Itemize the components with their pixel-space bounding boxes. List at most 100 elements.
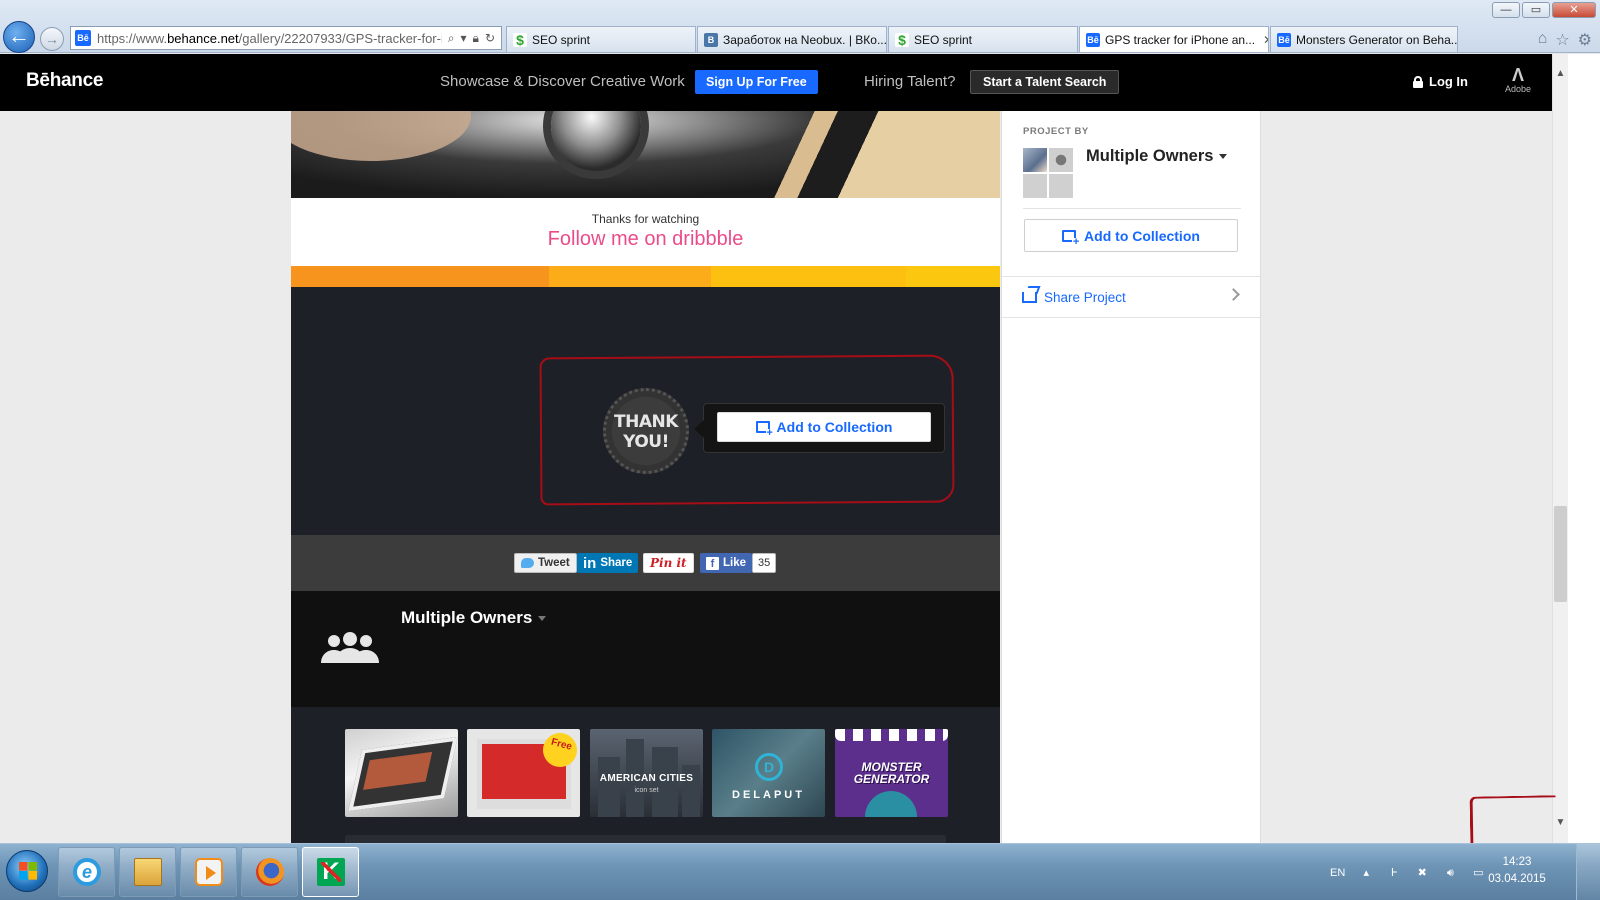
project-thumbnail[interactable] <box>345 729 458 817</box>
language-indicator[interactable]: EN <box>1330 867 1345 879</box>
address-tools: ⌕ ▾ 🔒︎ ↻ <box>442 31 501 46</box>
owners-name-link[interactable]: Multiple Owners <box>401 608 547 628</box>
project-thumbnail[interactable]: Free <box>467 729 580 817</box>
sign-up-button[interactable]: Sign Up For Free <box>695 70 818 94</box>
twitter-bird-icon <box>521 558 534 568</box>
avatar[interactable] <box>1049 148 1073 172</box>
scrollbar-thumb[interactable] <box>1554 506 1567 602</box>
stripe-segment <box>906 266 1000 287</box>
browser-toolbar-icons: ⌂ ☆ ⚙ <box>1538 30 1592 50</box>
log-in-link[interactable]: Log In <box>1413 74 1468 89</box>
scroll-up-arrow-icon[interactable]: ▲ <box>1553 66 1568 82</box>
folder-icon <box>134 858 162 886</box>
facebook-like-label: Like <box>723 557 747 569</box>
tab-neobux[interactable]: B Заработок на Neobux. | ВКо... <box>697 26 887 52</box>
volume-icon[interactable]: 🔊︎ <box>1443 866 1457 880</box>
back-arrow-icon: ← <box>8 23 30 48</box>
taskbar-internet-explorer[interactable]: e <box>58 847 115 897</box>
adobe-link[interactable]: Λ Adobe <box>1500 66 1536 94</box>
tweet-button[interactable]: Tweet <box>514 553 577 573</box>
internet-explorer-icon: e <box>73 858 101 886</box>
refresh-icon[interactable]: ↻ <box>485 31 495 46</box>
project-thumbnail[interactable]: MONSTER GENERATOR <box>835 729 948 817</box>
settings-gear-icon[interactable]: ⚙ <box>1578 30 1592 50</box>
vertical-scrollbar[interactable]: ▲ ▼ <box>1552 54 1568 843</box>
taskbar-firefox[interactable] <box>241 847 298 897</box>
tab-monsters-generator[interactable]: Bē Monsters Generator on Beha... <box>1270 26 1458 52</box>
hiring-talent-text: Hiring Talent? <box>864 73 956 90</box>
taskbar-media-player[interactable] <box>180 847 237 897</box>
share-project-label: Share Project <box>1044 289 1126 305</box>
system-tray: EN ▴ Ꮀ ✖ 🔊︎ ▭ <box>1330 844 1485 900</box>
dropdown-arrow-icon[interactable]: ▾ <box>461 31 467 46</box>
project-by-label: PROJECT BY <box>1023 126 1089 137</box>
show-hidden-icons-arrow-icon[interactable]: ▴ <box>1359 866 1373 880</box>
taskbar-kaspersky[interactable]: K <box>302 847 359 897</box>
taskbar-clock[interactable]: 14:23 03.04.2015 <box>1478 854 1556 888</box>
behance-favicon-icon: Bē <box>75 30 91 46</box>
thumbnail-title: DELAPUT <box>732 789 805 801</box>
address-url[interactable]: https://www.behance.net/gallery/22207933… <box>97 31 442 46</box>
clock-date: 03.04.2015 <box>1488 873 1546 885</box>
maximize-button[interactable]: ▭ <box>1522 2 1550 18</box>
site-header: Bēhance Showcase & Discover Creative Wor… <box>0 54 1568 111</box>
forward-button[interactable]: → <box>40 27 64 51</box>
linkedin-icon: in <box>583 554 597 572</box>
owners-section: Multiple Owners <box>291 591 1000 707</box>
add-to-collection-label: Add to Collection <box>1084 227 1200 244</box>
monster-teeth-shape <box>835 729 948 741</box>
tab-gps-tracker[interactable]: Bē GPS tracker for iPhone an... ✕ <box>1079 26 1269 52</box>
owner-avatars[interactable] <box>1023 148 1073 198</box>
thanks-for-watching-text: Thanks for watching <box>591 212 700 226</box>
share-project-link[interactable]: Share Project <box>1002 276 1260 318</box>
forward-arrow-icon: → <box>45 31 59 47</box>
chevron-right-icon <box>1227 288 1240 301</box>
avatar[interactable] <box>1023 148 1047 172</box>
show-desktop-button[interactable] <box>1576 844 1600 900</box>
address-bar[interactable]: Bē https://www.behance.net/gallery/22207… <box>70 26 502 50</box>
talent-search-button[interactable]: Start a Talent Search <box>970 70 1120 94</box>
adobe-logo-icon: Λ <box>1511 65 1524 85</box>
owners-name-label: Multiple Owners <box>401 608 533 627</box>
project-owner-label: Multiple Owners <box>1086 147 1214 165</box>
network-error-icon[interactable]: ✖ <box>1415 866 1429 880</box>
url-host: behance.net <box>167 30 239 46</box>
sidebar-add-to-collection-button[interactable]: Add to Collection <box>1024 219 1238 252</box>
taskbar-file-explorer[interactable] <box>119 847 176 897</box>
header-tagline: Showcase & Discover Creative Work <box>440 73 685 90</box>
adobe-label: Adobe <box>1504 84 1532 94</box>
behance-logo[interactable]: Bēhance <box>26 70 103 92</box>
seo-sprint-favicon-icon: $ <box>513 32 527 47</box>
avatar[interactable] <box>1023 174 1047 198</box>
search-icon[interactable]: ⌕ <box>448 31 455 46</box>
back-button[interactable]: ← <box>3 21 35 53</box>
project-thumbnail[interactable]: D DELAPUT <box>712 729 825 817</box>
stripe-segment <box>549 266 711 287</box>
minimize-button[interactable]: — <box>1492 2 1520 18</box>
project-image <box>291 111 1000 198</box>
tab-close-icon[interactable]: ✕ <box>1263 33 1268 47</box>
avatar[interactable] <box>1049 174 1073 198</box>
home-icon[interactable]: ⌂ <box>1538 30 1548 50</box>
lock-icon[interactable]: 🔒︎ <box>473 31 479 46</box>
color-stripe <box>291 266 1000 287</box>
favorites-star-icon[interactable]: ☆ <box>1555 30 1569 50</box>
tray-app-icon[interactable]: Ꮀ <box>1387 866 1401 880</box>
project-owner-dropdown[interactable]: Multiple Owners <box>1086 147 1228 166</box>
pin-it-button[interactable]: Pin it <box>643 553 694 573</box>
url-protocol: https://www. <box>97 30 168 46</box>
facebook-like-button[interactable]: f Like <box>700 553 753 573</box>
thumbnail-subtitle: icon set <box>634 787 659 794</box>
media-player-icon <box>195 858 223 886</box>
thumbnail-title: MONSTER GENERATOR <box>853 760 930 786</box>
close-window-button[interactable]: ✕ <box>1552 2 1596 18</box>
image-knob-shape <box>551 111 641 171</box>
start-button[interactable] <box>6 850 48 892</box>
tab-seo-sprint-1[interactable]: $ SEO sprint <box>506 26 696 52</box>
project-thumbnail[interactable]: AMERICAN CITIES icon set <box>590 729 703 817</box>
tab-label: SEO sprint <box>532 32 591 47</box>
share-icon <box>1022 291 1037 303</box>
follow-dribbble-link[interactable]: Follow me on dribbble <box>291 228 1000 251</box>
linkedin-share-button[interactable]: in Share <box>577 553 639 573</box>
tab-seo-sprint-2[interactable]: $ SEO sprint <box>888 26 1078 52</box>
